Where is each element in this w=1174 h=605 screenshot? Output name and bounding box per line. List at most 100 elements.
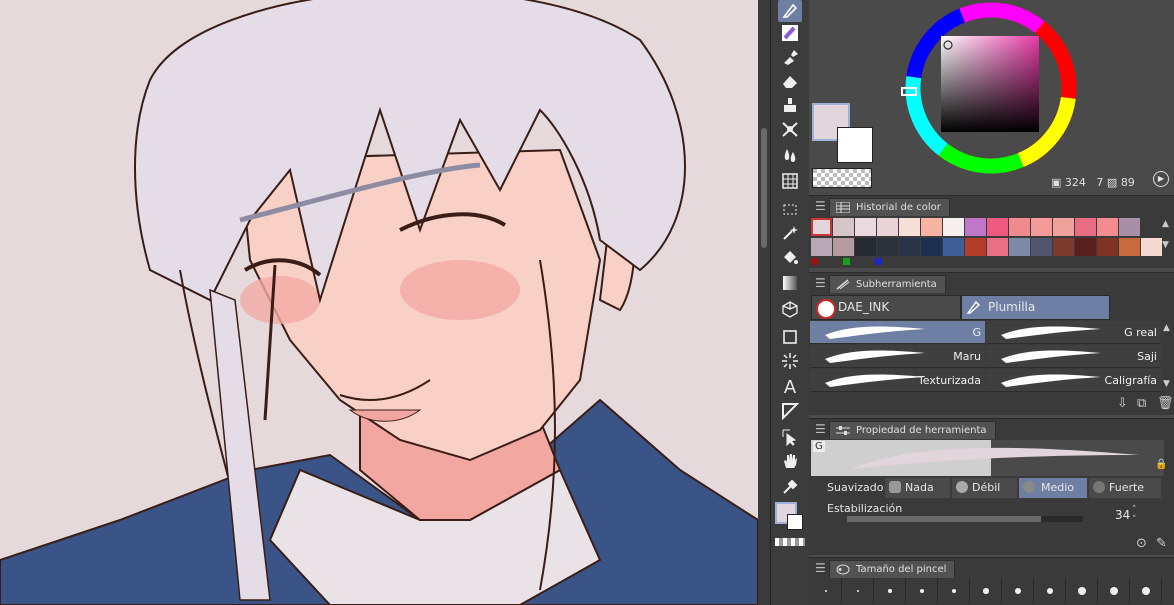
color-history-swatch[interactable]	[1031, 238, 1052, 256]
color-history-swatch[interactable]	[899, 218, 920, 236]
copy-icon[interactable]: ⧉	[1137, 396, 1146, 411]
brush-size-cell[interactable]	[875, 578, 906, 604]
drawing-canvas[interactable]	[0, 0, 758, 605]
stepper-down-icon[interactable]: ˅	[1132, 515, 1137, 525]
trash-icon[interactable]: 🗑	[1157, 396, 1174, 411]
stabilization-value[interactable]: 34	[1115, 508, 1130, 522]
toolbar-sub-color-chip[interactable]	[787, 514, 803, 530]
tab-color-history[interactable]: Historial de color	[829, 198, 950, 217]
play-icon[interactable]: ▶	[1153, 171, 1169, 187]
water-icon[interactable]	[778, 144, 802, 166]
selection-icon[interactable]	[778, 198, 802, 220]
brush-list-scroll-up-icon[interactable]: ▲	[1163, 323, 1170, 333]
smoothing-option-medio[interactable]: Medio	[1019, 478, 1087, 498]
color-history-swatch[interactable]	[921, 238, 942, 256]
color-history-swatch[interactable]	[1141, 238, 1162, 256]
color-history-swatch[interactable]	[1075, 218, 1096, 236]
color-history-swatch[interactable]	[1075, 238, 1096, 256]
eraser-icon[interactable]	[778, 70, 802, 92]
grid-icon[interactable]	[778, 170, 802, 192]
chevron-up-icon[interactable]: ▲	[1162, 219, 1169, 229]
brush-size-cell[interactable]	[939, 578, 970, 604]
chevron-down-icon[interactable]: ▼	[1162, 240, 1169, 250]
brush-icon[interactable]	[778, 22, 802, 44]
lock-icon[interactable]: 🔒	[1155, 459, 1167, 470]
tab-tool-property[interactable]: Propiedad de herramienta	[829, 421, 996, 440]
brush-list-scroll-down-icon[interactable]: ▼	[1163, 379, 1170, 389]
canvas-scrollbar[interactable]	[758, 0, 770, 605]
eyedropper-icon[interactable]	[778, 476, 802, 498]
color-history-swatch[interactable]	[965, 238, 986, 256]
object-icon[interactable]	[778, 426, 802, 448]
figure-icon[interactable]	[778, 118, 802, 140]
color-history-swatch[interactable]	[921, 218, 942, 236]
blend-icon[interactable]	[778, 94, 802, 116]
wrench-icon[interactable]: ✎	[1156, 536, 1167, 551]
tab-subtool[interactable]: Subherramienta	[829, 275, 946, 294]
color-history-swatch[interactable]	[987, 238, 1008, 256]
panel-menu-icon[interactable]: ☰	[815, 422, 826, 436]
brush-size-cell[interactable]	[971, 578, 1002, 604]
color-history-swatch[interactable]	[1053, 238, 1074, 256]
color-history-swatch[interactable]	[833, 238, 854, 256]
color-history-swatch[interactable]	[965, 218, 986, 236]
brush-size-cell[interactable]	[843, 578, 874, 604]
color-history-swatch[interactable]	[855, 218, 876, 236]
3d-icon[interactable]	[778, 298, 802, 320]
color-history-swatch[interactable]	[899, 238, 920, 256]
stabilization-slider[interactable]	[847, 516, 1083, 522]
magic-wand-icon[interactable]	[778, 222, 802, 244]
subtool-group-plumilla[interactable]: Plumilla	[961, 295, 1110, 320]
fill-icon[interactable]	[778, 246, 802, 268]
airbrush-icon[interactable]	[778, 46, 802, 68]
panel-menu-icon[interactable]: ☰	[815, 199, 826, 213]
color-history-swatch[interactable]	[1009, 218, 1030, 236]
rectangle-icon[interactable]	[778, 326, 802, 348]
color-history-swatch[interactable]	[855, 238, 876, 256]
transparent-color-swatch[interactable]	[812, 168, 872, 188]
brush-size-cell[interactable]	[1099, 578, 1130, 604]
brush-saji[interactable]: Saji	[986, 345, 1161, 368]
import-icon[interactable]: ⇩	[1117, 396, 1128, 411]
panel-menu-icon[interactable]: ☰	[815, 276, 826, 290]
sub-color-swatch[interactable]	[837, 127, 873, 163]
text-icon[interactable]: A	[778, 376, 802, 398]
color-history-swatch[interactable]	[811, 218, 832, 236]
brush-caligrafia[interactable]: Caligrafía	[986, 369, 1161, 392]
color-history-swatch[interactable]	[1031, 218, 1052, 236]
brush-size-cell[interactable]	[1003, 578, 1034, 604]
smoothing-option-debil[interactable]: Débil	[952, 478, 1017, 498]
color-history-swatch[interactable]	[1119, 218, 1140, 236]
brush-size-cell[interactable]	[1067, 578, 1098, 604]
color-history-swatch[interactable]	[877, 238, 898, 256]
color-wheel[interactable]	[899, 0, 1084, 178]
color-history-swatch[interactable]	[811, 238, 832, 256]
color-history-swatch[interactable]	[1097, 238, 1118, 256]
pen-icon[interactable]	[778, 0, 802, 22]
brush-size-cell[interactable]	[811, 578, 842, 604]
brush-size-cell[interactable]	[1035, 578, 1066, 604]
burst-icon[interactable]	[778, 350, 802, 372]
hand-icon[interactable]	[778, 450, 802, 472]
color-history-swatch[interactable]	[1009, 238, 1030, 256]
tab-brush-size[interactable]: Tamaño del pincel	[829, 560, 956, 579]
color-history-swatch[interactable]	[987, 218, 1008, 236]
clock-icon[interactable]: ⊙	[1136, 536, 1147, 551]
brush-size-cell[interactable]	[1131, 578, 1162, 604]
color-history-swatch[interactable]	[877, 218, 898, 236]
toolbar-transparent-chip[interactable]	[775, 538, 805, 546]
color-history-swatch[interactable]	[1119, 238, 1140, 256]
color-history-swatch[interactable]	[1053, 218, 1074, 236]
stepper-up-icon[interactable]: ˄	[1132, 505, 1137, 515]
brush-g-real[interactable]: G real	[986, 321, 1161, 344]
smoothing-option-nada[interactable]: Nada	[885, 478, 950, 498]
brush-g[interactable]: G	[810, 321, 985, 344]
gradient-icon[interactable]	[778, 272, 802, 294]
color-history-swatch[interactable]	[1097, 218, 1118, 236]
scrollbar-thumb[interactable]	[761, 128, 767, 248]
brush-size-cell[interactable]	[907, 578, 938, 604]
brush-texturizada[interactable]: Texturizada	[810, 369, 985, 392]
ruler-icon[interactable]	[778, 400, 802, 422]
color-history-swatch[interactable]	[943, 238, 964, 256]
brush-maru[interactable]: Maru	[810, 345, 985, 368]
